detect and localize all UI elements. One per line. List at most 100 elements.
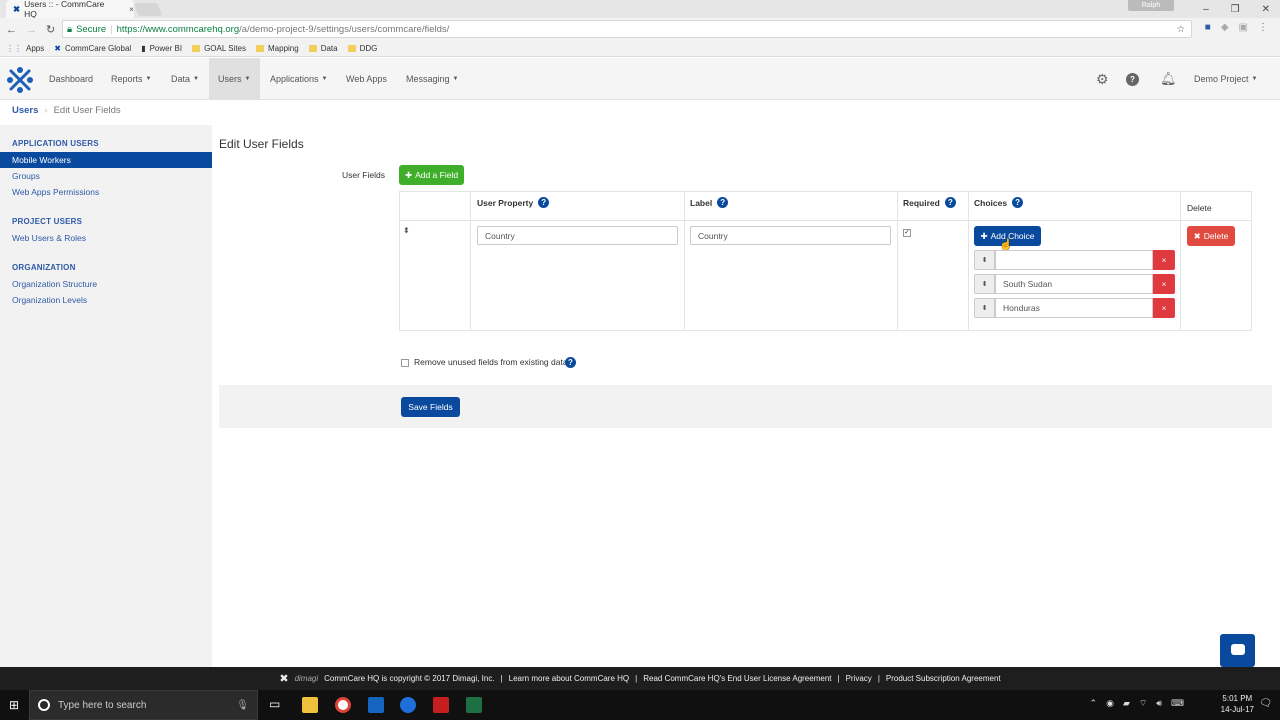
back-icon[interactable]: ←	[6, 24, 17, 36]
folder-icon	[192, 45, 201, 52]
choice-sort-handle-icon[interactable]: ⬍	[974, 274, 995, 294]
help-icon[interactable]: ?	[538, 197, 550, 208]
save-fields-button[interactable]: Save Fields	[401, 397, 460, 417]
menu-icon[interactable]: ⋮	[1258, 22, 1268, 33]
microphone-icon[interactable]: 🎙︎	[236, 700, 249, 711]
notifications-bell-icon[interactable]: 🔔︎	[1152, 58, 1185, 100]
nav-applications[interactable]: Applications ▼	[262, 58, 335, 100]
required-checkbox[interactable]: ✓	[903, 229, 911, 237]
column-divider	[1180, 191, 1181, 331]
dimagi-brand: dimagi	[294, 674, 319, 683]
footer-link-learn-more[interactable]: Learn more about CommCare HQ	[509, 674, 630, 683]
help-icon[interactable]: ?	[944, 197, 956, 208]
choice-input[interactable]: Honduras	[995, 298, 1153, 318]
save-bar	[219, 385, 1272, 428]
close-window-icon[interactable]: ✕	[1262, 4, 1270, 15]
reload-icon[interactable]: ↻	[46, 23, 55, 36]
help-icon[interactable]: ?	[1012, 197, 1024, 208]
sidebar-item-web-users-roles[interactable]: Web Users & Roles	[0, 230, 212, 246]
tray-chevron-icon[interactable]: ⌃	[1090, 698, 1098, 709]
taskbar-clock[interactable]: 5:01 PM 14-Jul-17	[1221, 693, 1254, 715]
remove-unused-checkbox[interactable]	[401, 359, 409, 367]
add-field-button[interactable]: ✚ Add a Field	[399, 165, 464, 185]
chrome-icon[interactable]	[335, 697, 351, 713]
volume-icon[interactable]: 🔊︎	[1156, 698, 1162, 709]
file-explorer-icon[interactable]	[302, 697, 318, 713]
footer-link-eula[interactable]: Read CommCare HQ's End User License Agre…	[643, 674, 831, 683]
bookmark-goal-sites[interactable]: GOAL Sites	[192, 44, 246, 53]
label-input[interactable]: Country	[690, 226, 891, 245]
nav-users[interactable]: Users ▼	[209, 58, 260, 100]
url-text: https://www.commcarehq.org/a/demo-projec…	[117, 24, 450, 35]
delete-field-button[interactable]: ✖ Delete	[1187, 226, 1235, 246]
power-bi-icon: ▮	[141, 44, 146, 53]
extension-icon[interactable]: ◆	[1221, 22, 1229, 33]
chat-button[interactable]	[1220, 634, 1255, 667]
nav-reports[interactable]: Reports ▼	[103, 58, 159, 100]
new-tab-button[interactable]	[133, 3, 163, 16]
tray-app-icon[interactable]: ▰	[1123, 698, 1130, 709]
bookmark-mapping[interactable]: Mapping	[256, 44, 299, 53]
user-property-input[interactable]: Country	[477, 226, 678, 245]
dimagi-logo-icon: ✖	[279, 673, 289, 685]
breadcrumb: Users › Edit User Fields	[12, 105, 121, 116]
nav-dashboard[interactable]: Dashboard	[41, 58, 101, 100]
notification-center-icon[interactable]: 🗨︎	[1259, 698, 1272, 709]
edge-icon[interactable]	[400, 697, 416, 713]
bookmark-ddg[interactable]: DDG	[347, 44, 377, 53]
breadcrumb-users-link[interactable]: Users	[12, 105, 38, 116]
caret-down-icon: ▼	[244, 76, 251, 82]
sidebar-item-groups[interactable]: Groups	[0, 168, 212, 184]
choice-input[interactable]: South Sudan	[995, 274, 1153, 294]
browser-tab[interactable]: ✖ Users :: - CommCare HQ ×	[6, 0, 134, 19]
drag-handle-icon[interactable]: ⬍	[403, 226, 410, 235]
sidebar-heading-application-users: APPLICATION USERS	[12, 139, 99, 148]
network-icon[interactable]: ⌔	[1139, 698, 1147, 709]
nav-data[interactable]: Data ▼	[163, 58, 207, 100]
keyboard-icon[interactable]: ⌨	[1171, 698, 1184, 709]
settings-gear-icon[interactable]: ⚙	[1088, 58, 1117, 100]
choice-sort-handle-icon[interactable]: ⬍	[974, 250, 995, 270]
extension-icon[interactable]: ▣	[1239, 22, 1248, 33]
help-icon[interactable]: ?	[1118, 58, 1147, 100]
bookmark-commcare-global[interactable]: ✖ CommCare Global	[54, 44, 131, 53]
sidebar-item-organization-structure[interactable]: Organization Structure	[0, 276, 212, 292]
bookmark-data[interactable]: Data	[308, 44, 338, 53]
sidebar-item-web-apps-permissions[interactable]: Web Apps Permissions	[0, 184, 212, 200]
tab-close-icon[interactable]: ×	[129, 4, 134, 14]
commcare-logo-icon[interactable]	[6, 66, 34, 94]
column-header-user-property: User Property?	[477, 197, 550, 208]
extension-icon[interactable]: ■	[1205, 22, 1211, 33]
restore-icon[interactable]: ❐	[1231, 4, 1240, 15]
windows-start-icon[interactable]: ⊞	[9, 698, 19, 712]
help-icon[interactable]: ?	[717, 197, 729, 208]
sidebar-item-mobile-workers[interactable]: Mobile Workers	[0, 152, 212, 168]
bookmark-star-icon[interactable]: ☆	[1176, 24, 1185, 35]
url-bar[interactable]: 🔒︎ Secure | https://www.commcarehq.org/a…	[62, 20, 1192, 38]
bookmark-power-bi[interactable]: ▮ Power BI	[141, 44, 182, 53]
profile-badge[interactable]: Ralph	[1128, 0, 1174, 11]
remove-choice-button[interactable]: ×	[1153, 298, 1175, 318]
minimize-icon[interactable]: –	[1203, 4, 1209, 15]
outlook-icon[interactable]	[368, 697, 384, 713]
forward-icon[interactable]: →	[26, 24, 37, 36]
excel-icon[interactable]	[466, 697, 482, 713]
footer-link-privacy[interactable]: Privacy	[846, 674, 872, 683]
remove-choice-button[interactable]: ×	[1153, 250, 1175, 270]
nav-messaging[interactable]: Messaging ▼	[398, 58, 466, 100]
help-icon[interactable]: ?	[565, 357, 576, 368]
taskbar-search[interactable]: Type here to search 🎙︎	[29, 690, 258, 720]
acrobat-icon[interactable]	[433, 697, 449, 713]
project-dropdown[interactable]: Demo Project ▼	[1186, 58, 1265, 100]
caret-down-icon: ▼	[452, 76, 459, 82]
bookmark-apps[interactable]: ⋮⋮ Apps	[6, 44, 44, 53]
choice-sort-handle-icon[interactable]: ⬍	[974, 298, 995, 318]
sidebar-item-organization-levels[interactable]: Organization Levels	[0, 292, 212, 308]
remove-choice-button[interactable]: ×	[1153, 274, 1175, 294]
column-divider	[684, 191, 685, 331]
task-view-icon[interactable]: ▭	[269, 697, 280, 711]
tray-app-icon[interactable]: ◉	[1106, 698, 1114, 709]
choice-input[interactable]	[995, 250, 1153, 270]
nav-web-apps[interactable]: Web Apps	[338, 58, 395, 100]
footer-link-subscription[interactable]: Product Subscription Agreement	[886, 674, 1001, 683]
